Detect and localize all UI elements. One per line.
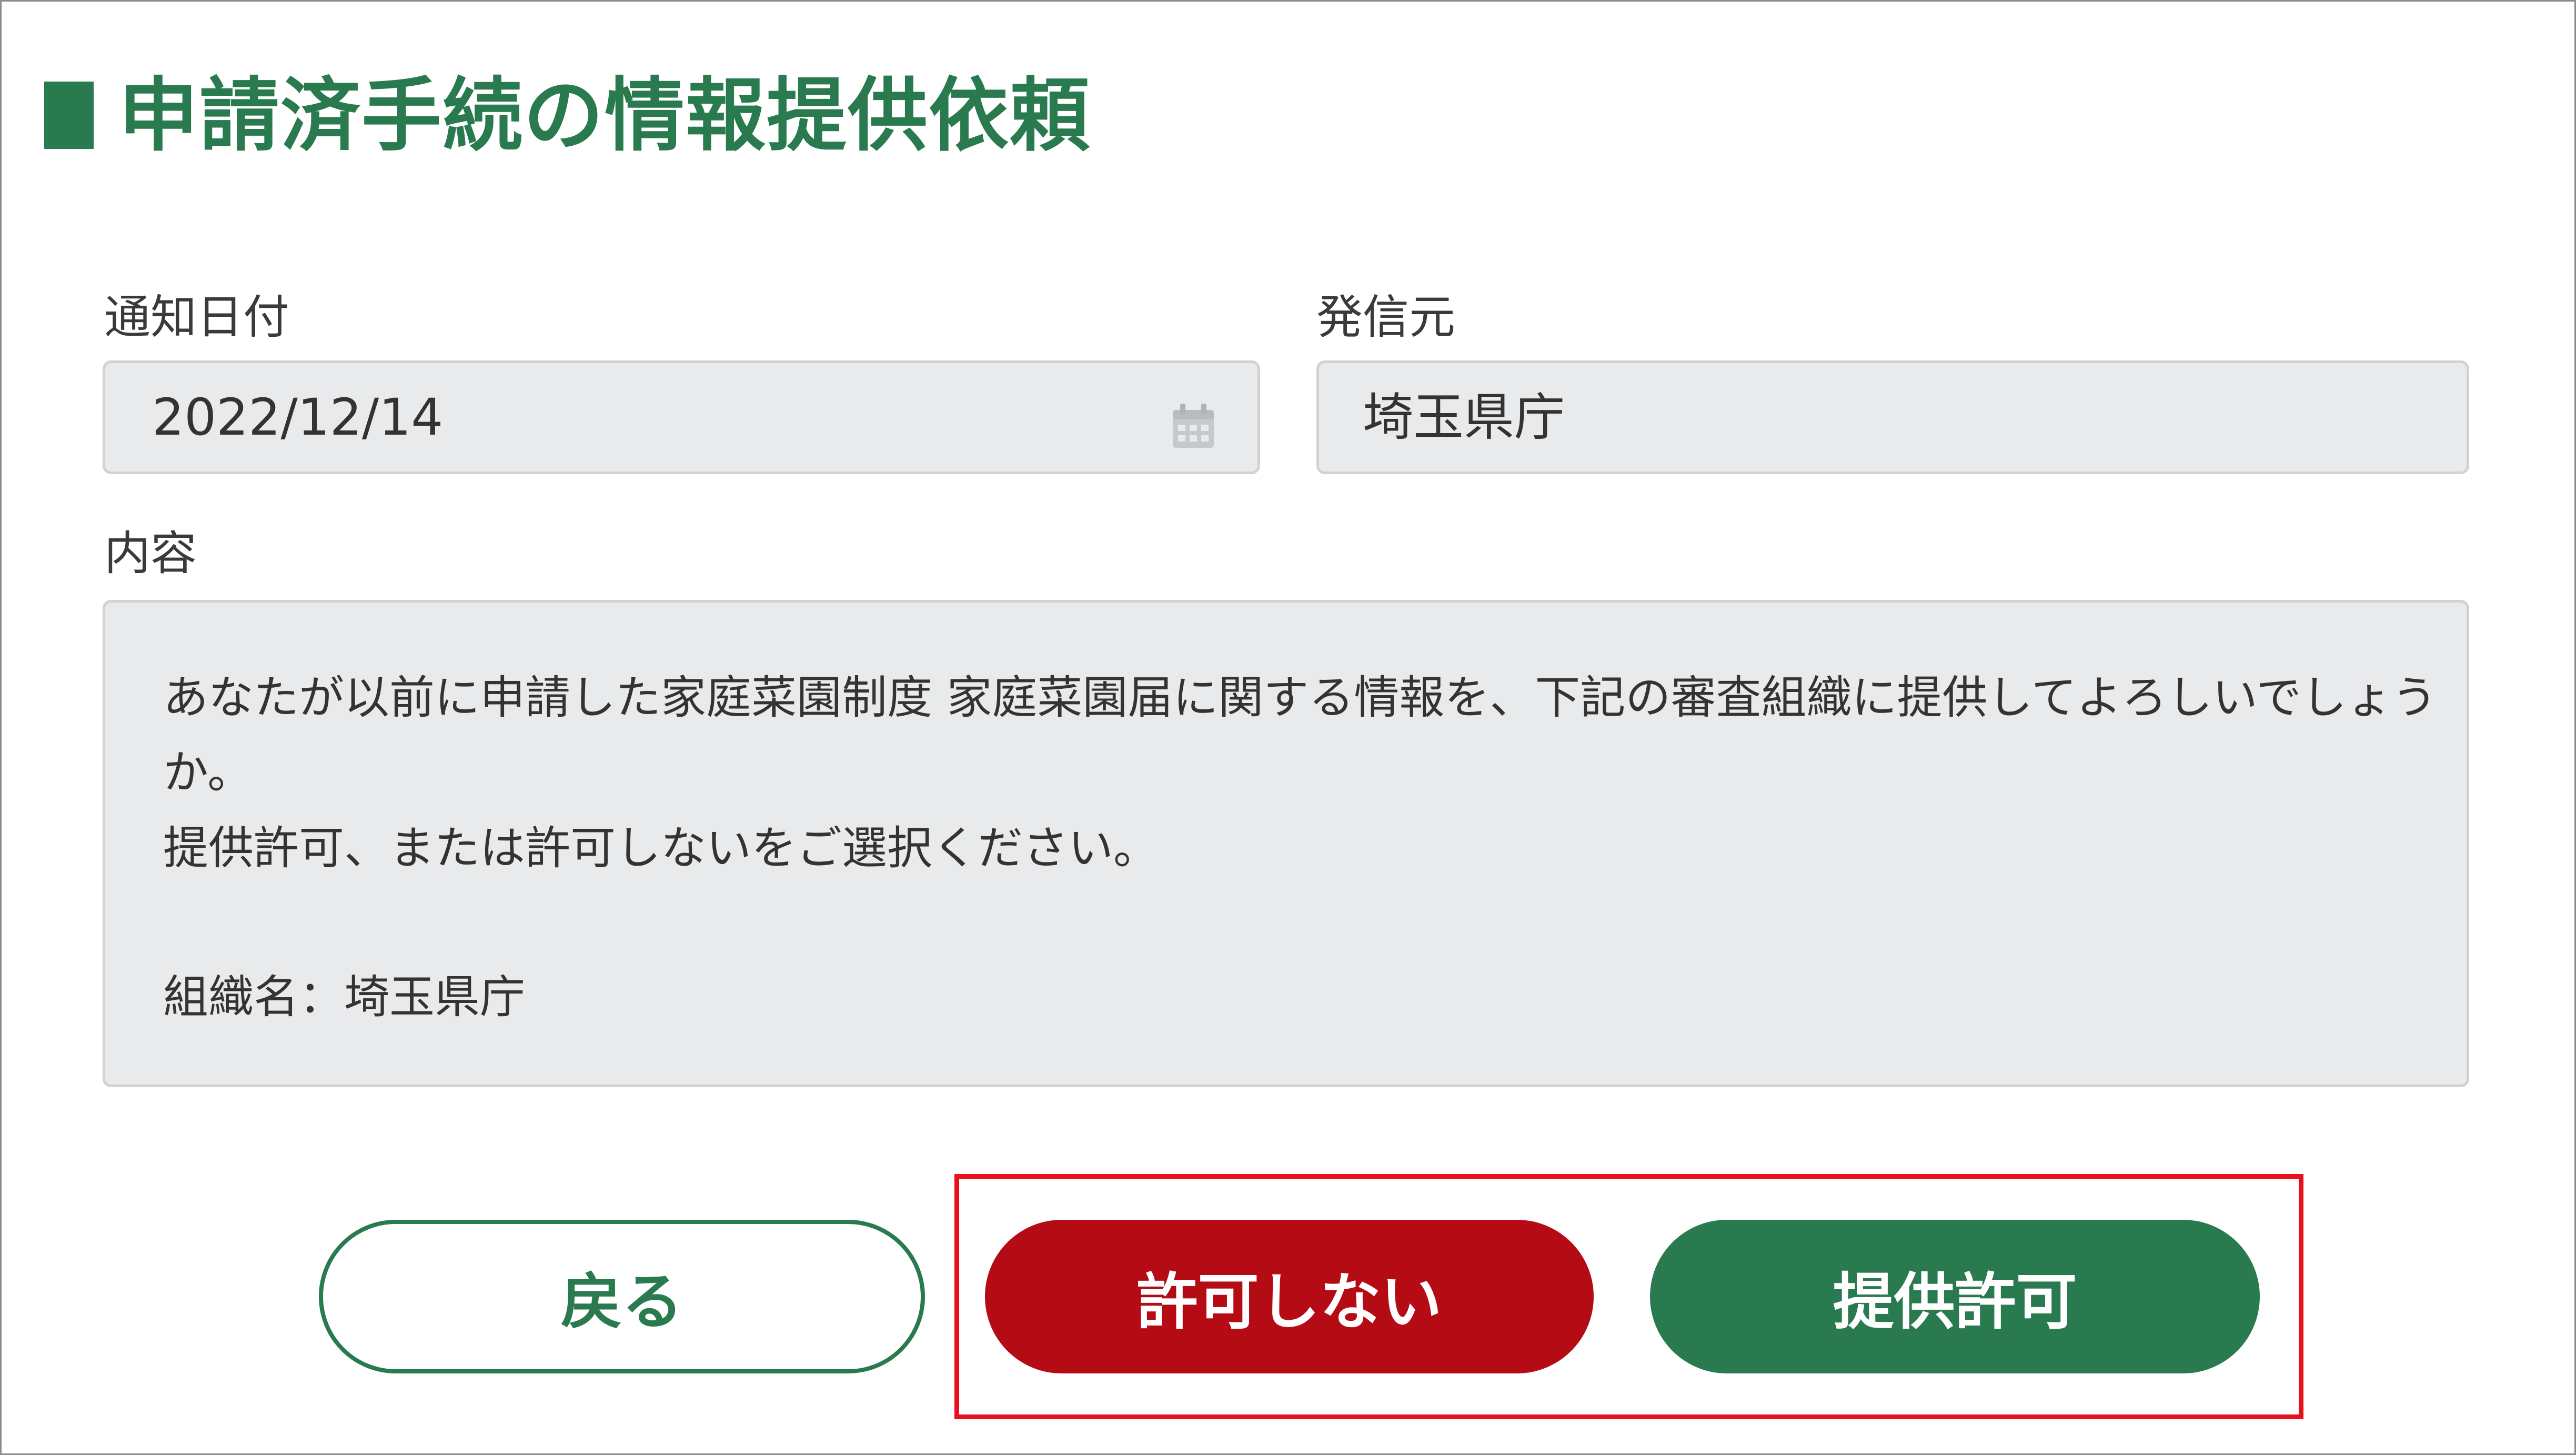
content-label: 内容 [104,526,197,580]
page-title: 申請済手続の情報提供依頼 [118,69,1091,162]
sender-label: 発信元 [1316,290,1456,344]
content-line: 組織名：埼玉県庁 [163,971,525,1023]
title-accent-bar [44,82,94,149]
back-button[interactable]: 戻る [319,1220,925,1373]
notification-date-field[interactable]: 2022/12/14 [103,360,1260,474]
notification-date-label: 通知日付 [104,290,290,344]
deny-button[interactable]: 許可しない [985,1220,1594,1373]
content-line: 提供許可、または許可しないをご選択ください。 [163,822,1159,875]
calendar-icon[interactable] [1171,403,1216,450]
content-line: あなたが以前に申請した家庭菜園制度 家庭菜園届に関する情報を、下記の審査組織に提… [163,671,2438,724]
content-line: か。 [163,746,253,799]
sender-field[interactable]: 埼玉県庁 [1316,360,2469,474]
notification-date-value: 2022/12/14 [152,388,444,447]
allow-provision-button[interactable]: 提供許可 [1650,1220,2260,1373]
sender-value: 埼玉県庁 [1363,388,1565,447]
